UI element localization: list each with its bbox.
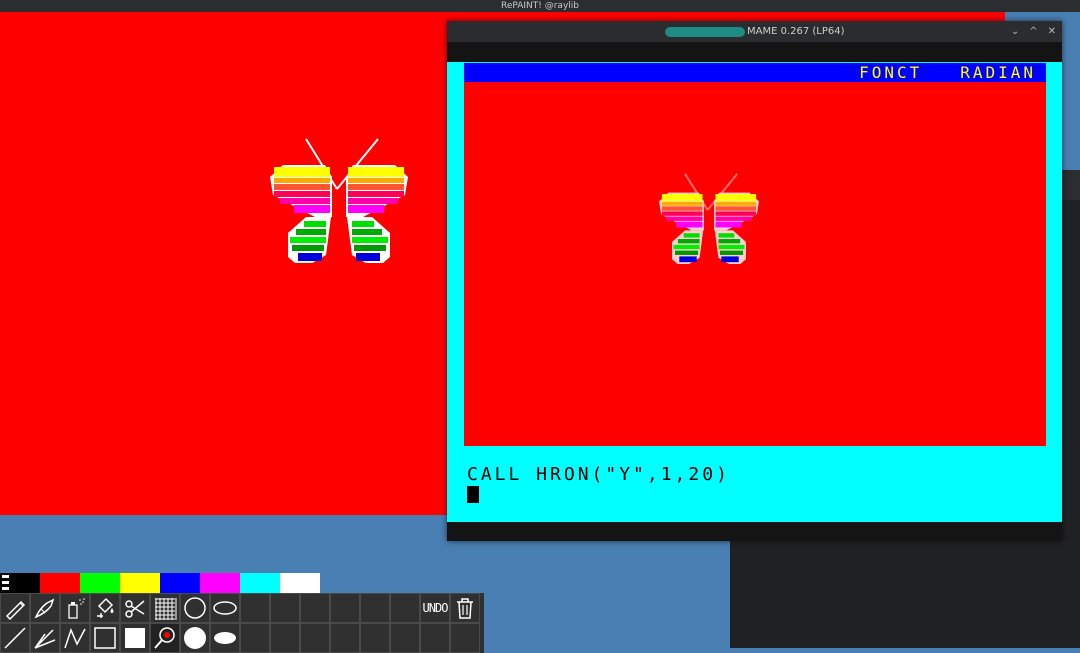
status-bar: FONCT RADIAN (464, 63, 1046, 82)
empty-tool-slot (450, 623, 480, 653)
scissors-icon[interactable] (120, 593, 150, 623)
fill-bucket-icon[interactable] (90, 593, 120, 623)
maximize-button[interactable]: ^ (1029, 21, 1037, 42)
color-palette (0, 573, 320, 593)
empty-tool-slot (360, 623, 390, 653)
empty-tool-slot (240, 593, 270, 623)
close-button[interactable]: ✕ (1048, 21, 1056, 42)
brush-icon[interactable] (30, 593, 60, 623)
emulator-graphics-area (464, 82, 1046, 446)
mame-window-title: MAME 0.267 (LP64) (747, 26, 845, 37)
empty-tool-slot (300, 593, 330, 623)
empty-tool-slot (360, 593, 390, 623)
zigzag-icon[interactable] (60, 623, 90, 653)
spray-can-icon[interactable] (60, 593, 90, 623)
rectangle-outline-icon[interactable] (90, 623, 120, 653)
empty-tool-slot (420, 623, 450, 653)
pencil-icon[interactable] (0, 593, 30, 623)
app-title-bar: RePAINT! @raylib (0, 0, 1080, 12)
selected-color-marker (0, 573, 10, 593)
empty-tool-slot (300, 623, 330, 653)
mame-title-bar[interactable]: MAME 0.267 (LP64) ⌄ ^ ✕ (447, 21, 1062, 42)
polyline-icon[interactable] (30, 623, 60, 653)
grid-icon[interactable] (150, 593, 180, 623)
tool-palette: UNDO (0, 593, 484, 653)
empty-tool-slot (330, 623, 360, 653)
circle-filled-icon[interactable] (180, 623, 210, 653)
color-swatch-yellow[interactable] (120, 573, 160, 593)
ellipse-outline-icon[interactable] (210, 593, 240, 623)
butterfly-drawing-emulated (659, 173, 759, 264)
color-swatch-green[interactable] (80, 573, 120, 593)
text-cursor (467, 486, 479, 503)
empty-tool-slot (390, 593, 420, 623)
empty-tool-slot (390, 623, 420, 653)
empty-tool-slot (270, 593, 300, 623)
color-swatch-white[interactable] (280, 573, 320, 593)
color-swatch-cyan[interactable] (240, 573, 280, 593)
mame-window[interactable]: MAME 0.267 (LP64) ⌄ ^ ✕ FONCT RADIAN CAL… (447, 21, 1062, 541)
app-title: RePAINT! @raylib (500, 1, 579, 11)
ellipse-filled-icon[interactable] (210, 623, 240, 653)
color-swatch-blue[interactable] (160, 573, 200, 593)
line-icon[interactable] (0, 623, 30, 653)
circle-outline-icon[interactable] (180, 593, 210, 623)
minimize-button[interactable]: ⌄ (1011, 21, 1019, 42)
magnifier-icon[interactable] (150, 623, 180, 653)
empty-tool-slot (330, 593, 360, 623)
undo-button[interactable]: UNDO (420, 593, 450, 623)
butterfly-drawing (270, 138, 408, 263)
empty-tool-slot (240, 623, 270, 653)
emulator-screen[interactable]: FONCT RADIAN CALL HRON("Y",1,20) (447, 62, 1062, 522)
empty-tool-slot (270, 623, 300, 653)
rectangle-filled-icon[interactable] (120, 623, 150, 653)
color-swatch-magenta[interactable] (200, 573, 240, 593)
redacted-region (665, 27, 745, 37)
basic-command-line: CALL HRON("Y",1,20) (467, 464, 730, 485)
trash-icon[interactable] (450, 593, 480, 623)
color-swatch-red[interactable] (40, 573, 80, 593)
